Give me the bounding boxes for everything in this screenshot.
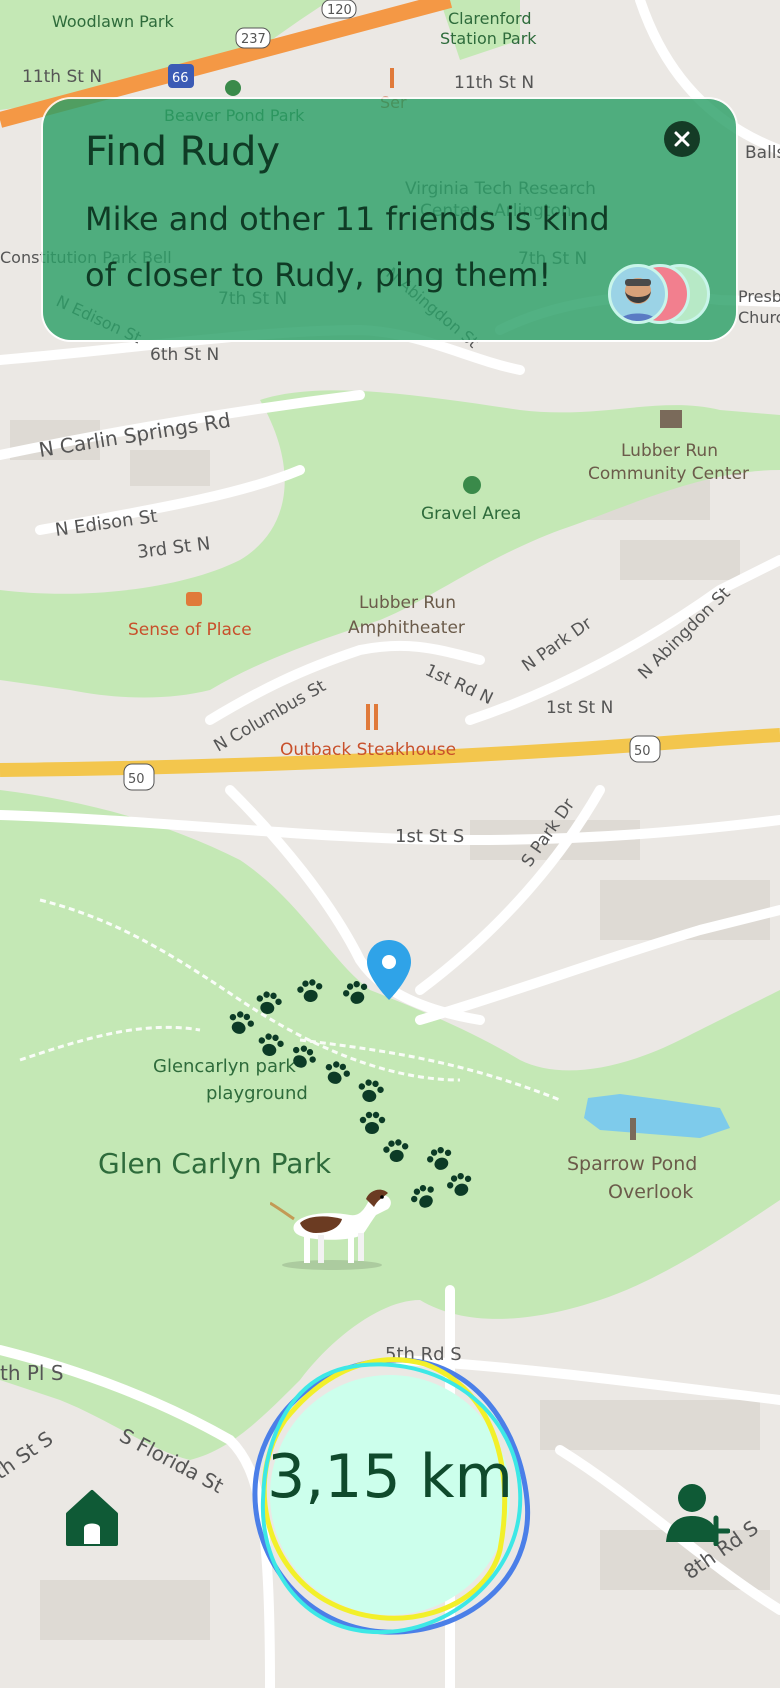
card-title: Find Rudy	[85, 129, 281, 175]
svg-text:Outback Steakhouse: Outback Steakhouse	[280, 740, 456, 760]
svg-text:1st St S: 1st St S	[395, 826, 464, 847]
svg-text:Gravel Area: Gravel Area	[421, 504, 521, 524]
map-label: Woodlawn Park	[52, 12, 174, 31]
svg-text:11th St N: 11th St N	[454, 73, 534, 93]
card-message: Mike and other 11 friends is kind of clo…	[85, 200, 610, 294]
svg-text:50: 50	[128, 772, 145, 787]
svg-text:237: 237	[241, 32, 266, 47]
svg-text:Presbyte: Presbyte	[738, 287, 780, 306]
svg-text:Church: Church	[738, 308, 780, 327]
svg-text:Lubber Run: Lubber Run	[359, 593, 456, 613]
svg-text:Sparrow Pond: Sparrow Pond	[567, 1153, 697, 1175]
svg-text:Clarenford: Clarenford	[448, 9, 532, 28]
home-button[interactable]	[64, 1488, 120, 1546]
location-pin-icon[interactable]	[364, 938, 414, 1002]
close-icon	[674, 131, 690, 147]
find-rudy-card[interactable]: Find Rudy Mike and other 11 friends is k…	[43, 99, 736, 340]
add-user-icon	[666, 1484, 731, 1547]
distance-indicator[interactable]: 3,15 km	[245, 1350, 535, 1640]
svg-text:1st St N: 1st St N	[546, 698, 613, 718]
svg-text:Community Center: Community Center	[588, 464, 749, 484]
svg-text:Amphitheater: Amphitheater	[348, 618, 465, 638]
svg-text:6th St N: 6th St N	[150, 345, 219, 365]
svg-text:Overlook: Overlook	[608, 1181, 693, 1203]
dog-illustration	[270, 1189, 391, 1270]
svg-text:66: 66	[172, 71, 189, 86]
distance-value: 3,15 km	[267, 1442, 513, 1512]
svg-text:120: 120	[327, 3, 352, 18]
friend-avatar-bearded-man	[608, 264, 668, 324]
svg-text:Glencarlyn park: Glencarlyn park	[153, 1056, 296, 1077]
svg-text:Balls: Balls	[745, 143, 780, 163]
svg-text:Lubber Run: Lubber Run	[621, 441, 718, 461]
friend-avatars[interactable]	[608, 264, 710, 324]
home-icon	[66, 1490, 118, 1546]
svg-text:11th St N: 11th St N	[22, 67, 102, 87]
close-button[interactable]	[664, 121, 700, 157]
svg-text:playground: playground	[206, 1083, 308, 1104]
svg-text:Sense of Place: Sense of Place	[128, 620, 252, 640]
add-friend-button[interactable]	[664, 1480, 731, 1547]
svg-text:Station Park: Station Park	[440, 29, 537, 48]
svg-text:50: 50	[634, 744, 651, 759]
svg-text:th Pl S: th Pl S	[0, 1361, 64, 1385]
